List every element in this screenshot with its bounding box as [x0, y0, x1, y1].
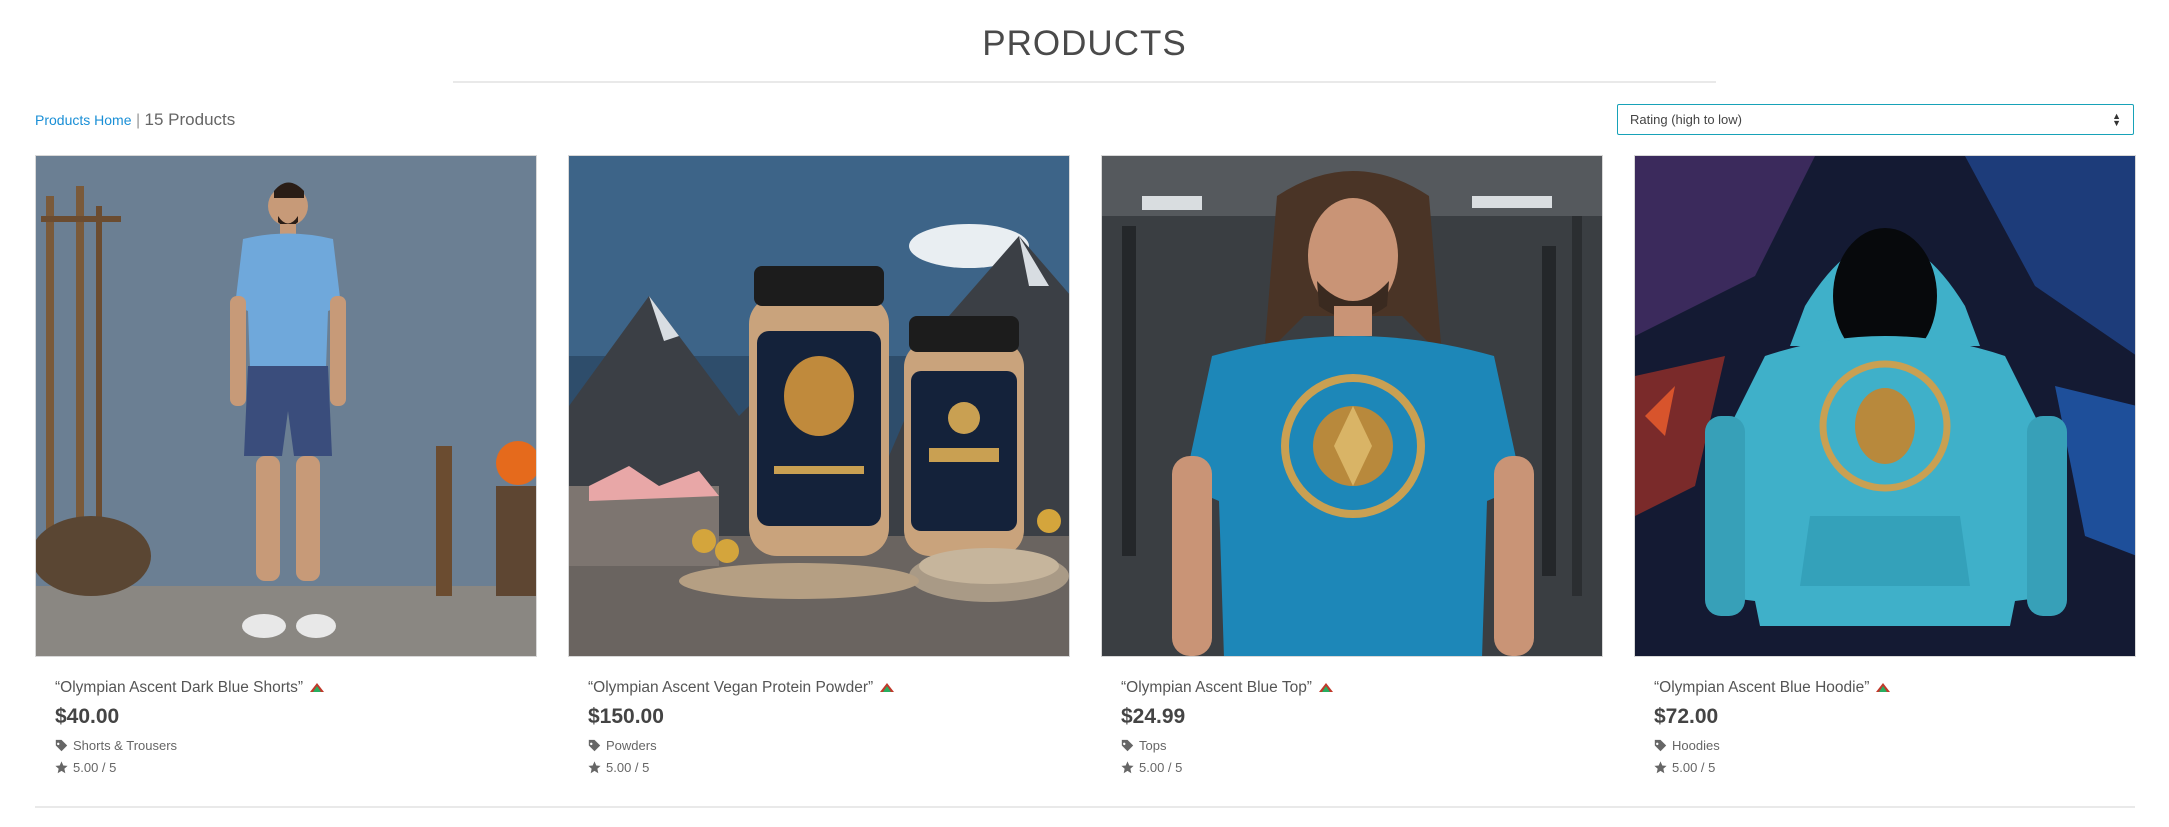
product-rating: 5.00 / 5 [1654, 760, 2136, 775]
product-details: “Olympian Ascent Dark Blue Shorts” $40.0… [35, 657, 537, 775]
product-name[interactable]: “Olympian Ascent Dark Blue Shorts” [55, 679, 537, 697]
product-grid: “Olympian Ascent Dark Blue Shorts” $40.0… [35, 155, 2136, 775]
star-icon [588, 761, 601, 774]
product-price: $24.99 [1121, 705, 1186, 728]
product-count: 15 Products [144, 110, 236, 129]
breadcrumb: Products Home | 15 Products [35, 110, 235, 131]
breadcrumb-separator: | [135, 112, 141, 129]
star-icon [55, 761, 68, 774]
product-card: “Olympian Ascent Dark Blue Shorts” $40.0… [35, 155, 537, 775]
sort-selected-value: Rating (high to low) [1630, 112, 1742, 127]
product-image-protein-powder[interactable] [568, 155, 1070, 657]
tag-icon [55, 739, 68, 752]
product-details: “Olympian Ascent Blue Top” $24.99 Tops 5… [1101, 657, 1603, 775]
tag-icon [1121, 739, 1134, 752]
title-divider [453, 81, 1716, 83]
sort-select[interactable]: Rating (high to low) ▲ ▼ [1617, 104, 2134, 135]
product-name[interactable]: “Olympian Ascent Blue Hoodie” [1654, 679, 2136, 697]
tag-icon [588, 739, 601, 752]
product-category-link[interactable]: Shorts & Trousers [55, 738, 537, 753]
product-price: $150.00 [588, 705, 664, 728]
product-details: “Olympian Ascent Blue Hoodie” $72.00 Hoo… [1634, 657, 2136, 775]
product-rating: 5.00 / 5 [588, 760, 1070, 775]
product-image-shorts[interactable] [35, 155, 537, 657]
product-card: “Olympian Ascent Blue Hoodie” $72.00 Hoo… [1634, 155, 2136, 775]
product-rating: 5.00 / 5 [55, 760, 537, 775]
product-image-blue-top[interactable] [1101, 155, 1603, 657]
olympus-hat-icon [1876, 683, 1891, 693]
olympus-hat-icon [1318, 683, 1333, 693]
olympus-hat-icon [880, 683, 895, 693]
product-card: “Olympian Ascent Blue Top” $24.99 Tops 5… [1101, 155, 1603, 775]
product-category-link[interactable]: Powders [588, 738, 1070, 753]
product-details: “Olympian Ascent Vegan Protein Powder” $… [568, 657, 1070, 775]
page-title: PRODUCTS [982, 24, 1187, 63]
product-name[interactable]: “Olympian Ascent Vegan Protein Powder” [588, 679, 1070, 697]
product-price: $72.00 [1654, 705, 1719, 728]
products-home-link[interactable]: Products Home [35, 112, 131, 128]
product-category-link[interactable]: Tops [1121, 738, 1603, 753]
bottom-divider [35, 806, 2135, 808]
product-card: “Olympian Ascent Vegan Protein Powder” $… [568, 155, 1070, 775]
star-icon [1121, 761, 1134, 774]
olympus-hat-icon [310, 683, 325, 693]
product-name[interactable]: “Olympian Ascent Blue Top” [1121, 679, 1603, 697]
product-rating: 5.00 / 5 [1121, 760, 1603, 775]
select-arrows-icon: ▲ ▼ [2112, 110, 2121, 128]
product-image-blue-hoodie[interactable] [1634, 155, 2136, 657]
star-icon [1654, 761, 1667, 774]
tag-icon [1654, 739, 1667, 752]
product-price: $40.00 [55, 705, 120, 728]
product-category-link[interactable]: Hoodies [1654, 738, 2136, 753]
